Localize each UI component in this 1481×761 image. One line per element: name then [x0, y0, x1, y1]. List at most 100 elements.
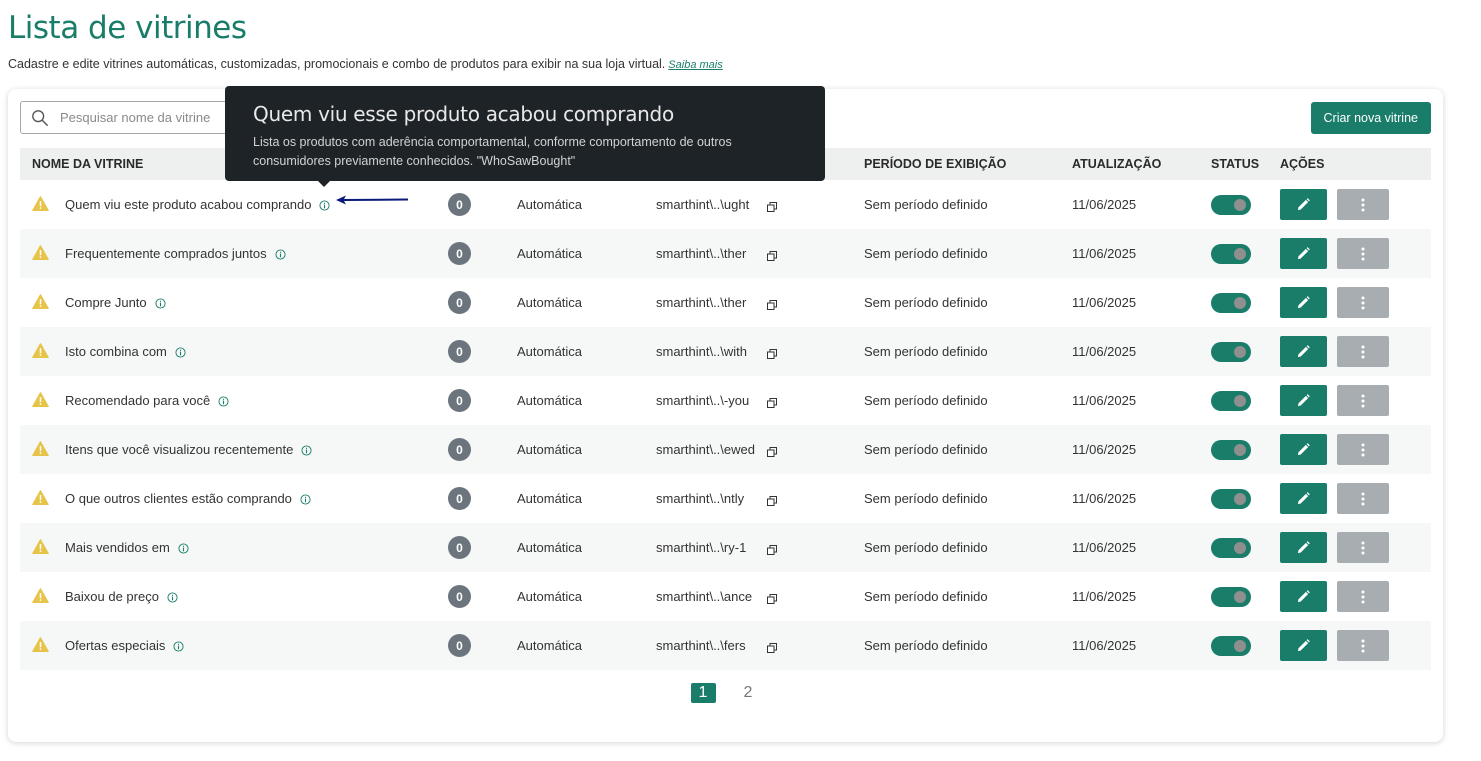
edit-button[interactable] — [1280, 581, 1327, 612]
page-subtitle: Cadastre e edite vitrines automáticas, c… — [8, 57, 723, 71]
more-options-button[interactable] — [1337, 483, 1389, 514]
more-options-button[interactable] — [1337, 434, 1389, 465]
table-body: Quem viu este produto acabou comprando 0 A… — [20, 180, 1431, 670]
more-options-button[interactable] — [1337, 287, 1389, 318]
create-showcase-button[interactable]: Criar nova vitrine — [1310, 102, 1431, 134]
copy-icon[interactable] — [767, 641, 777, 653]
copy-icon[interactable] — [767, 298, 777, 310]
edit-button[interactable] — [1280, 287, 1327, 318]
warning-triangle-icon — [32, 245, 49, 262]
cell-updated: 11/06/2025 — [1072, 197, 1137, 212]
table-row: Baixou de preço 0 Automática smarthint\..\a… — [20, 572, 1431, 621]
copy-icon[interactable] — [767, 396, 777, 408]
info-circle-icon[interactable] — [319, 199, 330, 211]
showcase-id: smarthint\..\ther — [656, 246, 747, 261]
more-options-button[interactable] — [1337, 238, 1389, 269]
cell-id: smarthint\..\ther — [656, 246, 864, 261]
count-badge: 0 — [448, 242, 471, 265]
edit-button[interactable] — [1280, 189, 1327, 220]
page-button-2[interactable]: 2 — [736, 683, 761, 703]
cell-actions — [1280, 434, 1431, 465]
showcase-name: Compre Junto — [65, 295, 147, 310]
cell-type: Automática — [517, 638, 583, 653]
status-toggle[interactable] — [1211, 341, 1251, 362]
more-options-button[interactable] — [1337, 189, 1389, 220]
status-toggle[interactable] — [1211, 390, 1251, 411]
edit-button[interactable] — [1280, 630, 1327, 661]
copy-icon[interactable] — [767, 200, 777, 212]
status-toggle[interactable] — [1211, 488, 1251, 509]
status-toggle[interactable] — [1211, 439, 1251, 460]
info-circle-icon[interactable] — [218, 395, 229, 407]
showcase-name: Recomendado para você — [65, 393, 211, 408]
cell-count: 0 — [437, 340, 517, 363]
status-toggle[interactable] — [1211, 537, 1251, 558]
cell-count: 0 — [437, 291, 517, 314]
edit-button[interactable] — [1280, 238, 1327, 269]
info-circle-icon[interactable] — [300, 493, 311, 505]
edit-button[interactable] — [1280, 483, 1327, 514]
showcase-name: Itens que você visualizou recentemente — [65, 442, 294, 457]
warning-triangle-icon — [32, 196, 49, 213]
info-circle-icon[interactable] — [301, 444, 312, 456]
copy-icon[interactable] — [767, 494, 777, 506]
cell-id: smarthint\..\ught — [656, 197, 864, 212]
cell-type: Automática — [517, 197, 583, 212]
page-button-1[interactable]: 1 — [690, 683, 716, 703]
warning-triangle-icon — [32, 637, 49, 654]
status-toggle[interactable] — [1211, 635, 1251, 656]
pencil-icon — [1297, 541, 1310, 554]
header-actions: AÇÕES — [1280, 157, 1325, 171]
info-circle-icon[interactable] — [155, 297, 166, 309]
info-circle-icon[interactable] — [167, 591, 178, 603]
cell-type: Automática — [517, 344, 583, 359]
showcase-table: NOME DA VITRINE PERÍODO DE EXIBIÇÃO ATUA… — [20, 148, 1431, 670]
edit-button[interactable] — [1280, 532, 1327, 563]
learn-more-link[interactable]: Saiba mais — [668, 59, 722, 71]
status-toggle[interactable] — [1211, 243, 1251, 264]
more-options-button[interactable] — [1337, 532, 1389, 563]
more-options-button[interactable] — [1337, 385, 1389, 416]
showcase-info-tooltip: Quem viu esse produto acabou comprando L… — [225, 86, 825, 187]
count-badge: 0 — [448, 340, 471, 363]
edit-button[interactable] — [1280, 385, 1327, 416]
info-circle-icon[interactable] — [173, 640, 184, 652]
more-options-button[interactable] — [1337, 630, 1389, 661]
edit-button[interactable] — [1280, 336, 1327, 367]
copy-icon[interactable] — [767, 445, 777, 457]
status-toggle[interactable] — [1211, 292, 1251, 313]
copy-icon[interactable] — [767, 592, 777, 604]
cell-count: 0 — [437, 193, 517, 216]
cell-name: Compre Junto — [20, 294, 437, 311]
cell-status — [1211, 635, 1280, 656]
showcase-name: Ofertas especiais — [65, 638, 166, 653]
cell-updated: 11/06/2025 — [1072, 344, 1137, 359]
pencil-icon — [1297, 198, 1310, 211]
more-vertical-icon — [1361, 492, 1365, 506]
cell-id: smarthint\..\-you — [656, 393, 864, 408]
cell-name: Baixou de preço — [20, 588, 437, 605]
info-circle-icon[interactable] — [275, 248, 286, 260]
header-updated[interactable]: ATUALIZAÇÃO — [1072, 157, 1211, 171]
status-toggle[interactable] — [1211, 586, 1251, 607]
status-toggle[interactable] — [1211, 194, 1251, 215]
more-vertical-icon — [1361, 541, 1365, 555]
info-circle-icon[interactable] — [178, 542, 189, 554]
copy-icon[interactable] — [767, 249, 777, 261]
copy-icon[interactable] — [767, 347, 777, 359]
cell-count: 0 — [437, 487, 517, 510]
cell-actions — [1280, 630, 1431, 661]
edit-button[interactable] — [1280, 434, 1327, 465]
cell-name: Itens que você visualizou recentemente — [20, 441, 437, 458]
more-options-button[interactable] — [1337, 581, 1389, 612]
more-options-button[interactable] — [1337, 336, 1389, 367]
header-period[interactable]: PERÍODO DE EXIBIÇÃO — [864, 157, 1072, 171]
cell-updated: 11/06/2025 — [1072, 638, 1137, 653]
showcase-id: smarthint\..\-you — [656, 393, 750, 408]
cell-name: O que outros clientes estão comprando — [20, 490, 437, 507]
table-row: Mais vendidos em 0 Automática smarthint\..\… — [20, 523, 1431, 572]
warning-triangle-icon — [32, 490, 49, 507]
pencil-icon — [1297, 247, 1310, 260]
info-circle-icon[interactable] — [175, 346, 186, 358]
copy-icon[interactable] — [767, 543, 777, 555]
